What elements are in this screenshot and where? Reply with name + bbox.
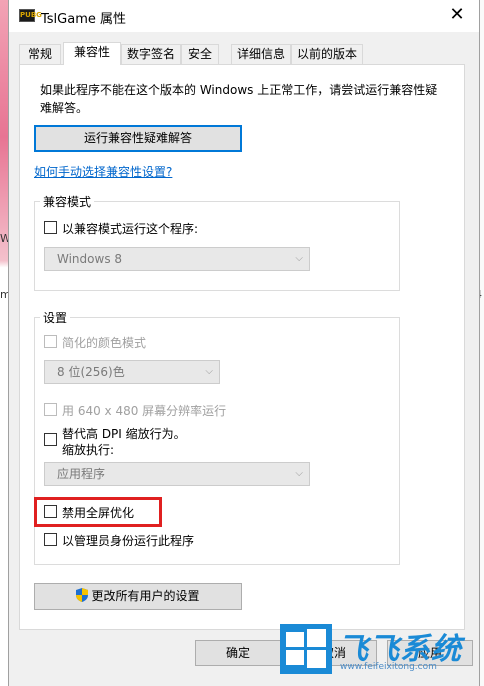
watermark-url: www.feifeixitong.com [340,662,437,672]
tab-previous-versions[interactable]: 以前的版本 [291,44,363,64]
chevron-down-icon: ⌵ [205,366,213,377]
color-mode-select[interactable]: 8 位(256)色 ⌵ [44,360,220,384]
compat-mode-label: 以兼容模式运行这个程序: [62,222,199,236]
ok-button[interactable]: 确定 [195,640,281,666]
manual-settings-link[interactable]: 如何手动选择兼容性设置? [34,163,172,180]
tab-details[interactable]: 详细信息 [231,44,291,64]
chevron-down-icon: ⌵ [295,253,303,264]
disable-fullscreen-optimization-label: 禁用全屏优化 [62,506,135,520]
color-mode-value: 8 位(256)色 [57,365,125,379]
reduced-color-label: 简化的颜色模式 [62,336,147,350]
settings-legend: 设置 [40,309,71,326]
os-version-value: Windows 8 [57,252,123,266]
compat-mode-group [34,201,400,291]
compat-mode-checkbox[interactable] [44,221,57,234]
change-all-users-button[interactable]: 更改所有用户的设置 [34,583,242,610]
close-icon[interactable]: ✕ [445,4,469,26]
run-640-label: 用 640 x 480 屏幕分辨率运行 [62,404,227,418]
disable-fullscreen-optimization-checkbox[interactable] [44,505,57,518]
compatibility-panel: 如果此程序不能在这个版本的 Windows 上正常工作，请尝试运行兼容性疑难解答… [19,64,465,630]
windows-logo-icon [280,624,332,674]
site-watermark: 飞飞系统 www.feifeixitong.com [280,620,476,680]
reduced-color-checkbox[interactable] [44,335,57,348]
title-bar[interactable]: PUBG TslGame 属性 ✕ [9,0,479,32]
run-as-admin-checkbox[interactable] [44,533,57,546]
properties-dialog: PUBG TslGame 属性 ✕ 常规 兼容性 数字签名 安全 详细信息 以前… [8,0,480,686]
dpi-scaling-label: 缩放执行: [62,443,115,457]
tab-security[interactable]: 安全 [181,44,219,64]
app-icon: PUBG [19,9,42,22]
troubleshoot-button[interactable]: 运行兼容性疑难解答 [34,125,242,152]
change-all-users-label: 更改所有用户的设置 [91,589,200,603]
dpi-override-label: 替代高 DPI 缩放行为。 [62,427,186,441]
tab-compatibility[interactable]: 兼容性 [63,42,121,65]
compat-description: 如果此程序不能在这个版本的 Windows 上正常工作，请尝试运行兼容性疑难解答… [40,83,438,115]
run-640-checkbox[interactable] [44,403,57,416]
window-title: TslGame 属性 [41,12,127,27]
compat-mode-legend: 兼容模式 [40,193,95,210]
dpi-override-checkbox[interactable] [44,433,57,446]
dpi-scaling-value: 应用程序 [57,467,106,481]
chevron-down-icon: ⌵ [295,468,303,479]
tab-general[interactable]: 常规 [19,44,61,64]
dpi-scaling-select[interactable]: 应用程序 ⌵ [44,462,310,486]
os-version-select[interactable]: Windows 8 ⌵ [44,247,310,271]
uac-shield-icon [76,588,89,602]
tab-digital-signatures[interactable]: 数字签名 [121,44,181,64]
run-as-admin-label: 以管理员身份运行此程序 [62,534,195,548]
